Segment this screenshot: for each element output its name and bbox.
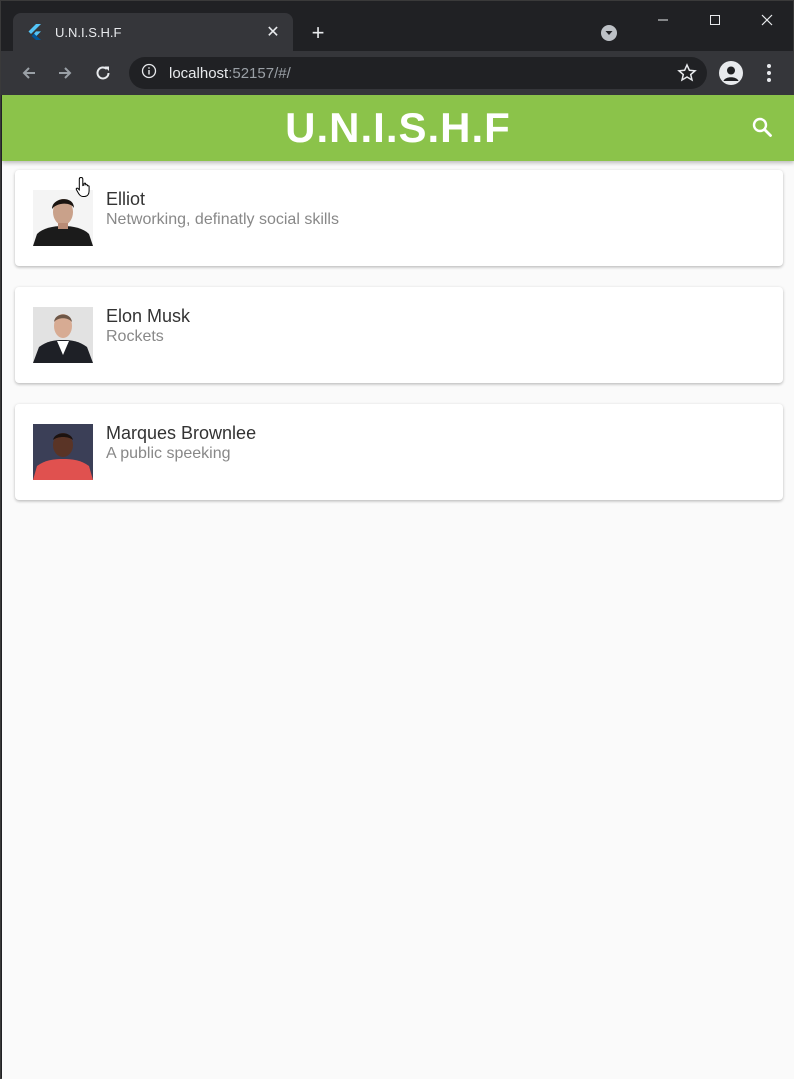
person-skill: A public speeking: [106, 445, 231, 462]
tab-close-icon[interactable]: ✕: [263, 22, 283, 42]
flutter-logo-icon: [27, 24, 43, 40]
maximize-icon[interactable]: [689, 1, 741, 39]
profile-avatar-icon[interactable]: [719, 61, 743, 85]
reload-icon[interactable]: [89, 59, 117, 87]
new-tab-button[interactable]: +: [304, 19, 332, 47]
search-icon[interactable]: [750, 115, 774, 139]
app-bar: U.N.I.S.H.F: [2, 95, 794, 161]
window-controls: [637, 1, 793, 41]
person-name: Elon Musk: [106, 306, 191, 326]
browser-window: U.N.I.S.H.F ✕ + localhost:52157/#/ U.N.…: [0, 0, 794, 1079]
browser-toolbar: localhost:52157/#/: [1, 51, 793, 95]
url-path: :52157/#/: [228, 64, 291, 82]
url-host: localhost: [169, 64, 229, 82]
forward-arrow-icon[interactable]: [51, 59, 79, 87]
app-title: U.N.I.S.H.F: [285, 104, 511, 151]
address-bar[interactable]: localhost:52157/#/: [129, 57, 707, 89]
avatar: [33, 424, 93, 480]
person-skill: Rockets: [106, 328, 164, 345]
person-card[interactable]: Elon Musk Rockets: [15, 287, 783, 383]
hand-pointer-cursor-icon: [75, 176, 93, 198]
person-name: Marques Brownlee: [106, 423, 257, 443]
bookmark-star-icon[interactable]: [677, 63, 697, 83]
site-info-icon[interactable]: [141, 63, 157, 84]
person-card[interactable]: Marques Brownlee A public speeking: [15, 404, 783, 500]
minimize-icon[interactable]: [637, 1, 689, 39]
browser-tab[interactable]: U.N.I.S.H.F ✕: [13, 13, 293, 51]
title-bar: U.N.I.S.H.F ✕ +: [1, 1, 793, 51]
person-card[interactable]: Elliot Networking, definatly social skil…: [15, 170, 783, 266]
tab-search-icon[interactable]: [598, 22, 620, 44]
back-arrow-icon[interactable]: [15, 59, 43, 87]
tab-title: U.N.I.S.H.F: [55, 24, 122, 40]
person-name: Elliot: [106, 189, 146, 209]
avatar: [33, 190, 93, 246]
browser-menu-icon[interactable]: [759, 61, 779, 85]
close-window-icon[interactable]: [741, 1, 793, 39]
avatar: [33, 307, 93, 363]
page-viewport: U.N.I.S.H.F Elliot Networking, definatly…: [2, 95, 794, 1079]
person-skill: Networking, definatly social skills: [106, 211, 339, 228]
